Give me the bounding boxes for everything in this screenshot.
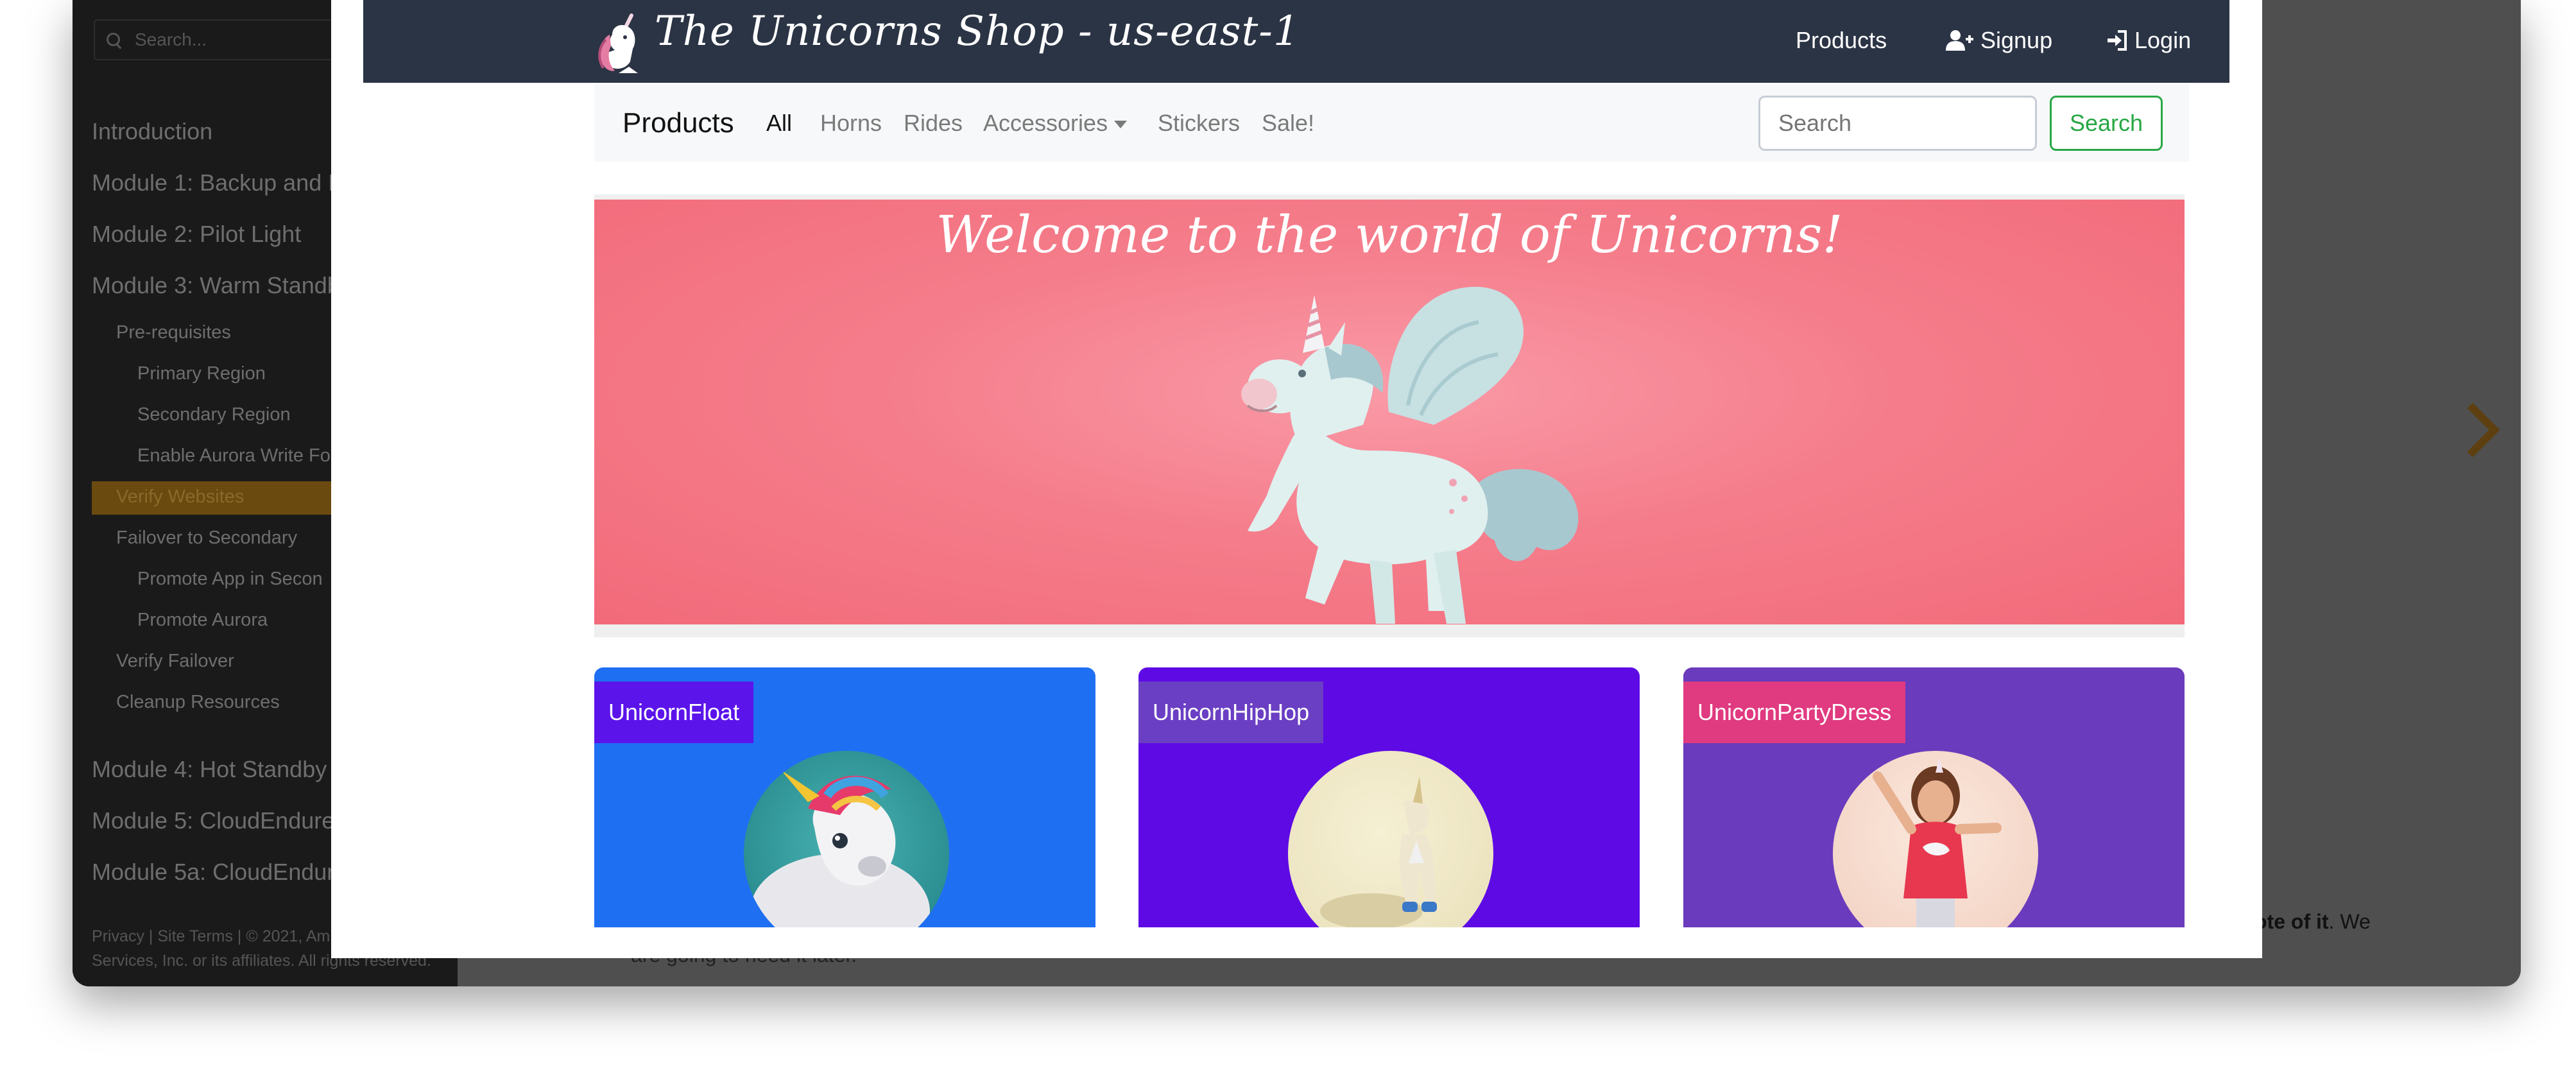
sidebar-item-verify-websites[interactable]: Verify Websites xyxy=(116,486,244,508)
navbar-signup-link[interactable]: Signup xyxy=(1946,27,2052,54)
user-plus-icon xyxy=(1946,30,1973,51)
sidebar-item-promote-aurora[interactable]: Promote Aurora xyxy=(137,610,268,631)
sidebar-item-introduction[interactable]: Introduction xyxy=(92,118,212,145)
top-navbar: The Unicorns Shop - us-east-1 Products S… xyxy=(363,0,2229,83)
subnav-dropdown-accessories[interactable]: Accessories xyxy=(983,110,1128,137)
subnav-link-stickers[interactable]: Stickers xyxy=(1158,110,1240,137)
subnav-link-all[interactable]: All xyxy=(766,110,792,137)
product-name-label: UnicornFloat xyxy=(594,682,754,743)
sidebar-item-verify-failover[interactable]: Verify Failover xyxy=(116,651,234,672)
unicorn-hiphop-image xyxy=(1320,777,1437,927)
subnav-link-rides[interactable]: Rides xyxy=(904,110,963,137)
subnav-link-horns[interactable]: Horns xyxy=(820,110,882,137)
navbar-login-label: Login xyxy=(2134,27,2192,53)
sidebar-item-module-5[interactable]: Module 5: CloudEndure xyxy=(92,807,334,834)
search-icon xyxy=(107,33,120,46)
sign-in-icon xyxy=(2108,30,2127,51)
subnav-brand[interactable]: Products xyxy=(623,107,734,139)
background-body-bold: ote of it xyxy=(2254,910,2329,933)
product-name-label: UnicornHipHop xyxy=(1138,682,1324,743)
sidebar-item-cleanup-resources[interactable]: Cleanup Resources xyxy=(116,692,280,713)
product-photo xyxy=(744,751,949,927)
product-photo xyxy=(1833,751,2038,927)
sidebar-item-prerequisites[interactable]: Pre-requisites xyxy=(116,322,231,343)
banner-title: Welcome to the world of Unicorns! xyxy=(936,205,1843,264)
product-search-input[interactable] xyxy=(1758,96,2037,151)
sidebar-item-promote-app[interactable]: Promote App in Secon xyxy=(137,569,323,590)
caret-down-icon xyxy=(1114,121,1128,129)
unicorn-float-image xyxy=(750,770,930,927)
product-card-unicornpartydress[interactable]: UnicornPartyDress xyxy=(1683,667,2185,927)
sidebar-item-enable-aurora[interactable]: Enable Aurora Write Fo xyxy=(137,445,331,467)
sidebar-item-module-5a[interactable]: Module 5a: CloudEndure xyxy=(92,859,347,886)
sidebar-item-module-2[interactable]: Module 2: Pilot Light xyxy=(92,221,301,248)
navbar-signup-label: Signup xyxy=(1980,27,2053,53)
sidebar-item-module-3[interactable]: Module 3: Warm Standb xyxy=(92,272,340,299)
shop-title[interactable]: The Unicorns Shop - us-east-1 xyxy=(655,8,1300,55)
product-search-button[interactable]: Search xyxy=(2050,96,2163,151)
unicorn-logo-icon[interactable] xyxy=(593,9,648,73)
navbar-products-link[interactable]: Products xyxy=(1796,27,1887,54)
navbar-products-label: Products xyxy=(1796,27,1887,53)
unicorn-party-dress-image xyxy=(1873,757,2002,927)
sidebar-item-module-4[interactable]: Module 4: Hot Standby xyxy=(92,756,327,783)
background-search-placeholder: Search... xyxy=(135,30,207,49)
background-body-tail: . We xyxy=(2328,910,2371,933)
products-subnav: Products All Horns Rides Accessories Sti… xyxy=(594,83,2189,162)
sidebar-item-secondary-region[interactable]: Secondary Region xyxy=(137,404,291,425)
unicorn-shop-window: The Unicorns Shop - us-east-1 Products S… xyxy=(331,0,2262,958)
subnav-accessories-label: Accessories xyxy=(983,110,1108,136)
sidebar-item-module-1[interactable]: Module 1: Backup and R xyxy=(92,169,345,196)
product-name-label: UnicornPartyDress xyxy=(1683,682,1906,743)
background-body-text: ote of it. We xyxy=(2254,910,2371,934)
product-card-unicornfloat[interactable]: UnicornFloat xyxy=(594,667,1095,927)
product-card-unicornhiphop[interactable]: UnicornHipHop xyxy=(1138,667,1640,927)
sidebar-item-primary-region[interactable]: Primary Region xyxy=(137,363,266,384)
sidebar-item-failover-to-secondary[interactable]: Failover to Secondary xyxy=(116,528,297,549)
navbar-login-link[interactable]: Login xyxy=(2106,27,2191,54)
unicorn-illustration xyxy=(1241,286,1579,624)
product-photo xyxy=(1288,751,1493,927)
subnav-link-sale[interactable]: Sale! xyxy=(1262,110,1314,137)
next-page-chevron-icon[interactable] xyxy=(2445,402,2500,458)
